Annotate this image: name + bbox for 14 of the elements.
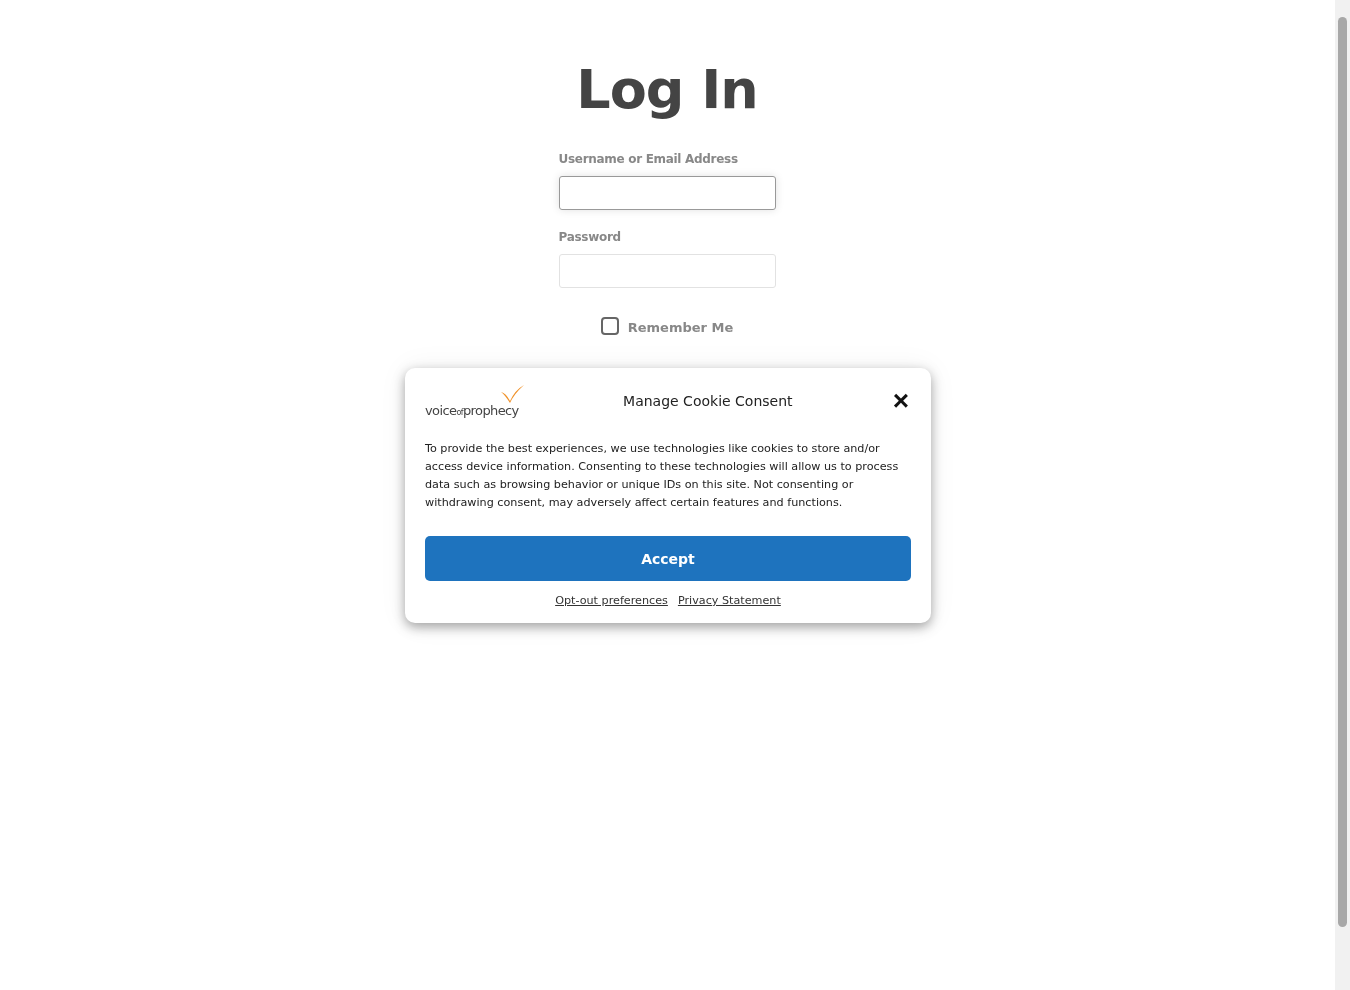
link[interactable]: Opt-out preferences xyxy=(555,594,668,607)
scrollbar[interactable] xyxy=(1335,0,1350,990)
checkbox[interactable] xyxy=(600,316,619,335)
input-field[interactable] xyxy=(558,176,776,210)
field-label: Username or Email Address xyxy=(558,152,739,166)
checkbox-label: Remember Me xyxy=(627,320,734,335)
consent-text: To provide the best experiences, we use technologies like cookies to store and/or access device information. Consenting to these technologies will allow us to process data such as browsing behavior or unique IDs on this site. Not consenting or withdrawing consent, may adversely affect certain features and functions. xyxy=(425,441,900,511)
close-button[interactable]: × xyxy=(890,389,911,413)
page-title: Log In xyxy=(575,57,759,123)
field-label: Password xyxy=(558,230,622,244)
link[interactable]: Privacy Statement xyxy=(677,594,781,607)
logo: voiceofprophecy xyxy=(425,384,525,418)
dialog-title: Manage Cookie Consent xyxy=(623,393,793,409)
accept-button[interactable]: Accept xyxy=(425,536,911,581)
